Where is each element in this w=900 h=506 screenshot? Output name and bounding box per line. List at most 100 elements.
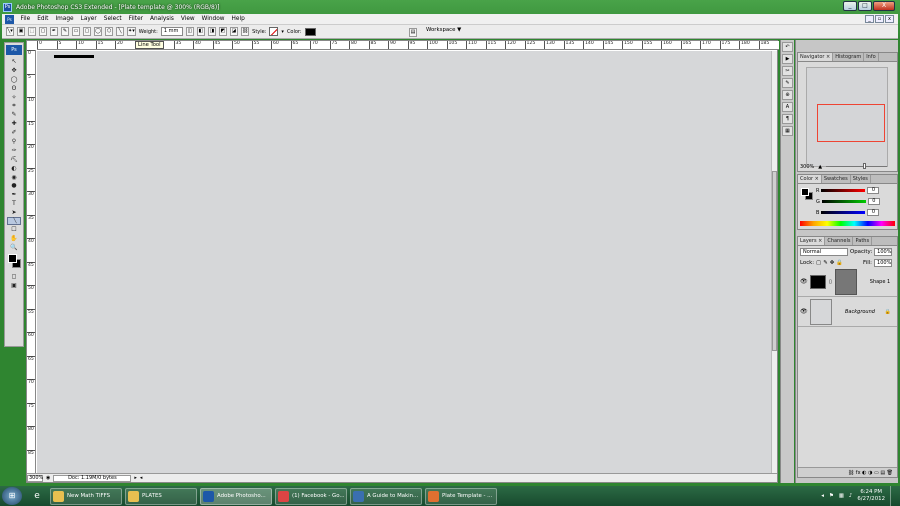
menu-layer[interactable]: Layer <box>77 16 100 22</box>
document-size-info[interactable]: Doc: 1.19M/0 bytes <box>53 474 132 482</box>
doc-minimize-button[interactable]: _ <box>865 15 874 23</box>
quick-mask-icon[interactable]: ◻ <box>7 272 21 281</box>
gradient-tool-icon[interactable]: ◐ <box>7 164 21 173</box>
add-mode-icon[interactable]: ◧ <box>196 27 205 36</box>
move-tool-icon[interactable]: ↖ <box>7 57 21 66</box>
layer-name[interactable]: Background <box>845 309 875 315</box>
eraser-tool-icon[interactable]: ⛏ <box>7 155 21 164</box>
exclude-mode-icon[interactable]: ◪ <box>229 27 238 36</box>
scrollbar-thumb[interactable] <box>772 171 777 351</box>
style-swatch[interactable] <box>269 27 279 36</box>
blur-tool-icon[interactable]: ◉ <box>7 173 21 182</box>
menu-help[interactable]: Help <box>228 16 248 22</box>
image-canvas[interactable] <box>37 51 773 473</box>
tray-flag-icon[interactable]: ⚑ <box>829 493 834 499</box>
tray-arrow-icon[interactable]: ◂ <box>821 493 824 499</box>
show-desktop-button[interactable] <box>890 486 896 506</box>
workspace-menu[interactable]: Workspace ▼ <box>426 27 461 33</box>
color-swatch[interactable] <box>304 27 316 36</box>
history-brush-icon[interactable]: ✑ <box>7 146 21 155</box>
lock-all-icon[interactable]: 🔒 <box>836 260 843 266</box>
status-menu-arrow-icon[interactable]: ▸ <box>134 475 137 481</box>
drawn-line-shape[interactable] <box>54 55 94 58</box>
polygon-tool-icon[interactable]: ⬡ <box>105 27 113 36</box>
line-tool-preset-icon[interactable]: ╲▾ <box>6 27 14 36</box>
layer-row-background[interactable]: 👁 Background 🔒 <box>798 297 897 327</box>
type-tool-icon[interactable]: T <box>7 199 21 208</box>
tab-layers[interactable]: Layers × <box>798 237 826 245</box>
marquee-tool-icon[interactable]: ◯ <box>7 75 21 84</box>
weight-input[interactable]: 1 mm <box>160 27 183 36</box>
screen-mode-icon[interactable]: ▣ <box>7 281 21 290</box>
navigator-zoom[interactable]: 300% <box>800 164 814 170</box>
dodge-tool-icon[interactable]: ● <box>7 181 21 190</box>
taskbar-plates[interactable]: PLATES <box>125 487 197 505</box>
custom-shape-icon[interactable]: ✦▾ <box>127 27 136 36</box>
navigator-thumbnail[interactable] <box>806 67 888 167</box>
zoom-tool-icon[interactable]: 🔍 <box>7 243 21 252</box>
zoom-slider[interactable] <box>826 163 887 169</box>
navigator-view-box[interactable] <box>817 104 885 142</box>
tool-presets-icon[interactable]: ✂ <box>782 66 793 76</box>
blend-mode-select[interactable]: Normal <box>800 248 848 256</box>
visibility-eye-icon[interactable]: 👁 <box>800 278 808 285</box>
eyedropper-tool-icon[interactable]: ✎ <box>7 110 21 119</box>
vertical-ruler[interactable]: 0 5 10 15 20 25 30 35 40 45 50 55 60 65 … <box>27 50 36 474</box>
lock-image-icon[interactable]: ✎ <box>823 260 828 266</box>
tab-navigator[interactable]: Navigator × <box>798 53 834 61</box>
doc-close-button[interactable]: x <box>885 15 894 23</box>
rectangle-tool-icon[interactable]: ▭ <box>72 27 80 36</box>
channel-b-value[interactable]: 0 <box>867 209 880 216</box>
menu-select[interactable]: Select <box>100 16 125 22</box>
menu-analysis[interactable]: Analysis <box>147 16 178 22</box>
zoom-level-field[interactable]: 300% <box>27 474 43 482</box>
taskbar-guide[interactable]: A Guide to Makin... <box>350 487 422 505</box>
layer-name[interactable]: Shape 1 <box>870 279 890 285</box>
zoom-out-icon[interactable]: ▲ <box>818 164 822 170</box>
ps-menu-icon[interactable]: Ps <box>5 14 14 24</box>
intersect-mode-icon[interactable]: ◩ <box>218 27 227 36</box>
subtract-mode-icon[interactable]: ◨ <box>207 27 216 36</box>
taskbar-photoshop[interactable]: Adobe Photosho... <box>200 487 272 505</box>
channel-r-slider[interactable] <box>821 189 866 192</box>
bridge-icon[interactable]: ▤ <box>409 28 417 37</box>
healing-brush-icon[interactable]: ✚ <box>7 119 21 128</box>
foreground-color-swatch[interactable] <box>8 253 17 263</box>
shape-layers-mode-icon[interactable]: ▣ <box>17 27 25 36</box>
close-button[interactable]: X <box>873 1 895 11</box>
pen-tool-icon[interactable]: ✒ <box>7 190 21 199</box>
layer-row-shape-1[interactable]: 👁 ▯ Shape 1 <box>798 267 897 297</box>
style-dropdown-icon[interactable]: ▾ <box>281 29 284 35</box>
new-layer-mode-icon[interactable]: ◫ <box>185 27 194 36</box>
menu-window[interactable]: Window <box>198 16 228 22</box>
clock[interactable]: 6:24 PM 6/27/2012 <box>857 489 885 503</box>
menu-view[interactable]: View <box>177 16 198 22</box>
foreground-background-colors[interactable] <box>6 253 22 270</box>
tab-styles[interactable]: Styles <box>851 175 871 183</box>
pen-tool-icon[interactable]: ✒ <box>50 27 58 36</box>
network-icon[interactable]: ▦ <box>839 493 844 499</box>
layer-vector-mask-thumb[interactable] <box>834 268 857 295</box>
notes-tool-icon[interactable]: ☐ <box>7 225 21 234</box>
opacity-field[interactable]: 100% <box>874 248 893 256</box>
crop-tool-icon[interactable]: ⌗ <box>7 101 21 110</box>
status-options-icon[interactable]: ◉ <box>46 475 50 481</box>
layers-footer-icons[interactable]: ⛓ fx ◐ ◑ ▭ ▤ 🗑 <box>798 467 897 477</box>
menu-image[interactable]: Image <box>52 16 77 22</box>
color-fg-bg-swatch[interactable] <box>801 188 813 200</box>
tab-paths[interactable]: Paths <box>853 237 873 245</box>
ellipse-tool-icon[interactable]: ◯ <box>94 27 102 36</box>
internet-explorer-icon[interactable]: e <box>26 488 48 504</box>
paths-mode-icon[interactable]: ⬚ <box>28 27 36 36</box>
line-tool-icon[interactable]: ╲ <box>7 217 21 226</box>
paragraph-panel-icon[interactable]: ¶ <box>782 114 793 124</box>
menu-edit[interactable]: Edit <box>34 16 52 22</box>
character-panel-icon[interactable]: A <box>782 102 793 112</box>
visibility-eye-icon[interactable]: 👁 <box>800 308 808 315</box>
lasso-tool-icon[interactable]: ʘ <box>7 84 21 93</box>
channel-g-slider[interactable] <box>821 200 866 203</box>
maximize-button[interactable]: □ <box>858 1 872 11</box>
lock-position-icon[interactable]: ✥ <box>830 260 835 266</box>
volume-icon[interactable]: ♪ <box>849 493 852 499</box>
tab-channels[interactable]: Channels <box>825 237 854 245</box>
